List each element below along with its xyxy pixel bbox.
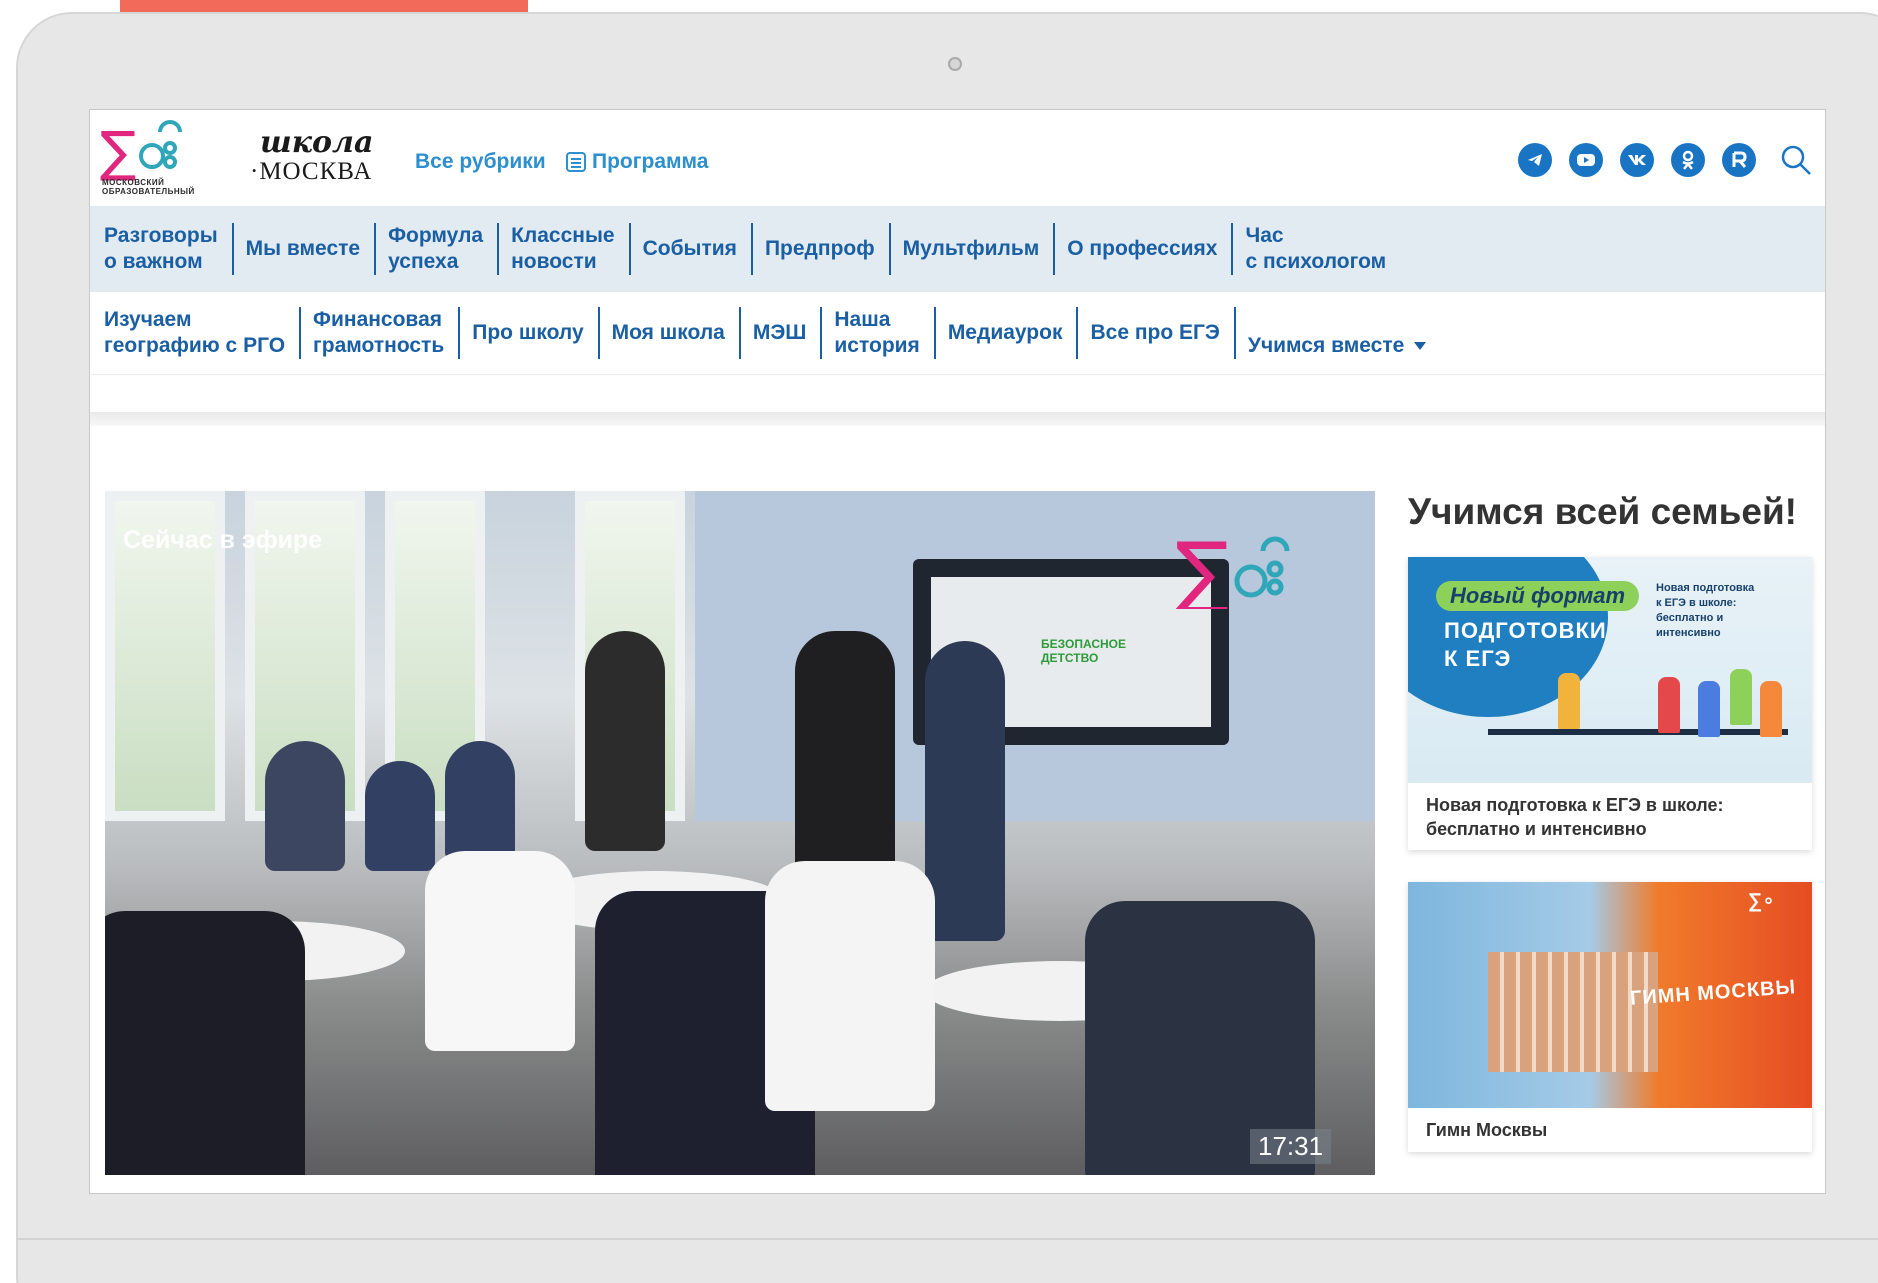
menu-item-mesh[interactable]: МЭШ [739,320,821,346]
menu-item-my-school[interactable]: Моя школа [598,320,739,346]
menu-item-preprof[interactable]: Предпроф [751,236,889,262]
menu-item-psychologist[interactable]: Час с психологом [1231,223,1400,275]
header-shadow [90,412,1825,426]
menu-item-media-lesson[interactable]: Медиаурок [934,320,1077,346]
menu-item-our-history[interactable]: Наша история [820,307,933,359]
card-caption: Новая подготовка к ЕГЭ в школе: бесплатн… [1426,795,1724,839]
menu-item-conversations[interactable]: Разговоры о важном [90,223,232,275]
cadet-figure [365,761,435,871]
secondary-menu: Изучаем географию с РГО Финансовая грамо… [90,292,1825,374]
ok-icon[interactable] [1671,143,1705,177]
menu-item-cartoon[interactable]: Мультфильм [889,236,1054,262]
moscow-anthem-banner: ∑∘ ГИМН МОСКВЫ [1408,882,1812,1108]
banner-headline: ПОДГОТОВКИ К ЕГЭ [1444,618,1607,671]
banner-desk [1488,729,1788,735]
chevron-down-icon [1414,342,1427,351]
menu-item-events[interactable]: События [629,236,751,262]
moscow-anthem-card[interactable]: ∑∘ ГИМН МОСКВЫ Гимн Москвы [1408,882,1812,1152]
instructor-figure [925,641,1005,941]
program-link[interactable]: Программа [566,150,708,174]
card-caption: Гимн Москвы [1426,1120,1548,1140]
broadcast-time: 17:31 [1250,1129,1332,1164]
illustration-figure [1558,673,1580,729]
board-text: БЕЗОПАСНОЕ ДЕТСТВО [1041,637,1126,665]
brand-city: ·МОСКВА [250,158,373,185]
channel-logo: ∑∘ [1748,890,1775,912]
telegram-icon[interactable] [1518,143,1552,177]
website-screen: ∑ Московский образовательный школа ·МОСК… [89,109,1826,1194]
illustration-figure [1698,681,1720,737]
firefighter-figure [585,631,665,851]
menu-item-learning-together-label: Учимся вместе [1247,334,1405,357]
all-rubrics-link[interactable]: Все рубрики [415,150,546,174]
menu-item-finance[interactable]: Финансовая грамотность [299,307,458,359]
menu-item-ege[interactable]: Все про ЕГЭ [1076,320,1233,346]
camera-dot [948,57,962,71]
menu-item-success-formula[interactable]: Формула успеха [374,223,497,275]
rutube-icon[interactable] [1722,143,1756,177]
teacher-figure [265,741,345,871]
ege-prep-banner: Новый формат ПОДГОТОВКИ К ЕГЭ Новая подг… [1408,557,1812,783]
vk-icon[interactable] [1620,143,1654,177]
brand-logo[interactable]: школа ·МОСКВА [250,128,373,186]
menu-item-learning-together[interactable]: Учимся вместе [1234,307,1440,359]
site-header: ∑ Московский образовательный школа ·МОСК… [90,110,1825,206]
menu-spacer [90,374,1825,412]
student-figure [765,861,935,1111]
menu-item-about-school[interactable]: Про школу [458,320,597,346]
program-link-label: Программа [592,150,709,173]
menu-item-geography[interactable]: Изучаем географию с РГО [90,307,299,359]
device-bottom-bezel [16,1238,1878,1240]
live-video-player[interactable]: БЕЗОПАСНОЕ ДЕТСТВО ∑ Сейчас в эфире 17:3… [105,491,1375,1175]
illustration-figure [1760,681,1782,737]
social-links [1518,143,1756,177]
svg-text:∑: ∑ [100,120,136,183]
family-learning-title: Учимся всей семьей! [1408,491,1798,532]
menu-item-together[interactable]: Мы вместе [232,236,374,262]
student-figure [105,911,305,1175]
youtube-icon[interactable] [1569,143,1603,177]
channel-logo: ∑ [1175,529,1290,609]
ege-prep-card[interactable]: Новый формат ПОДГОТОВКИ К ЕГЭ Новая подг… [1408,557,1812,850]
accent-strip [120,0,528,12]
cadet-figure [445,741,515,861]
search-icon[interactable] [1780,144,1812,176]
svg-text:∑: ∑ [1175,529,1229,609]
primary-menu: Разговоры о важном Мы вместе Формула усп… [90,206,1825,292]
student-figure [425,851,575,1051]
menu-item-class-news[interactable]: Классные новости [497,223,629,275]
new-format-badge: Новый формат [1436,581,1640,611]
banner-subtext: Новая подготовка к ЕГЭ в школе: бесплатн… [1656,582,1755,639]
live-label: Сейчас в эфире [123,526,323,554]
brand-school: школа [260,125,374,160]
logo-caption: Московский образовательный [102,178,195,196]
menu-item-professions[interactable]: О профессиях [1053,236,1231,262]
illustration-figure [1730,669,1752,725]
program-icon [566,152,586,172]
illustration-figure [1658,677,1680,733]
city-hall-illustration [1488,952,1658,1072]
